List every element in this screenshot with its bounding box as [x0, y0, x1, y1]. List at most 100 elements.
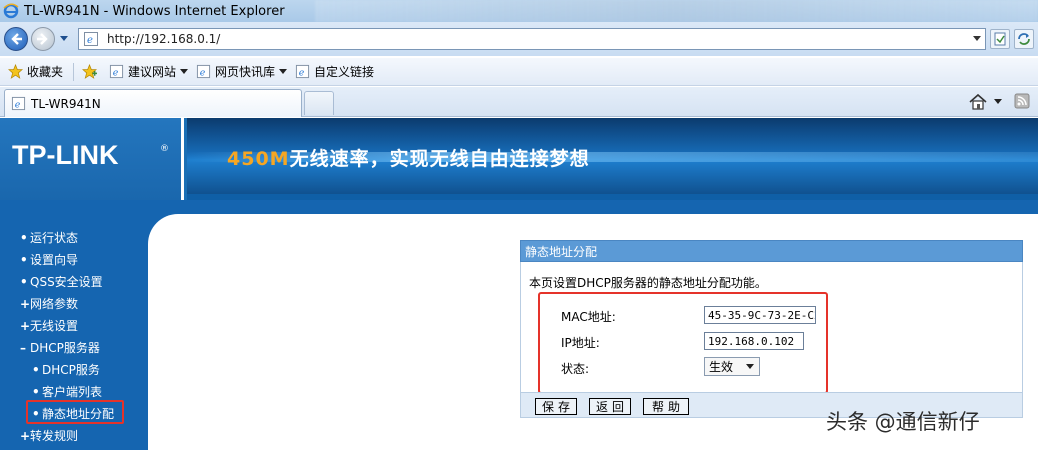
- rss-feed-icon[interactable]: [1014, 93, 1030, 109]
- nav-item-label: 客户端列表: [42, 385, 103, 399]
- home-icon[interactable]: [968, 93, 988, 111]
- favorites-separator: [73, 62, 75, 81]
- nav-item-run-status[interactable]: • 运行状态: [20, 229, 78, 246]
- refresh-button[interactable]: [1014, 29, 1034, 49]
- svg-text:e: e: [87, 35, 93, 46]
- address-row: e http://192.168.0.1/: [0, 22, 1038, 56]
- ie-page-icon: e: [295, 64, 310, 78]
- chevron-down-icon: [746, 364, 754, 369]
- ie-page-icon: e: [196, 64, 211, 78]
- svg-text:e: e: [15, 99, 21, 110]
- save-button[interactable]: 保存: [535, 398, 577, 415]
- chevron-down-icon: [180, 68, 189, 74]
- nav-bullet: •: [20, 274, 28, 289]
- ie-page-icon: e: [11, 96, 26, 110]
- nav-item-label: DHCP服务器: [30, 341, 100, 355]
- window-title-bar: TL-WR941N - Windows Internet Explorer: [0, 0, 1038, 22]
- nav-item-label: 无线设置: [30, 319, 79, 333]
- selected-nav-highlight: [26, 400, 124, 424]
- fav-item-label: 建议网站: [128, 65, 177, 79]
- status-selected-value: 生效: [709, 360, 734, 374]
- nav-item-setup-wizard[interactable]: • 设置向导: [20, 251, 78, 268]
- mac-address-label: MAC地址:: [561, 310, 616, 324]
- fav-item-web-slice-gallery[interactable]: e 网页快讯库: [196, 63, 288, 80]
- status-label: 状态:: [561, 362, 590, 376]
- svg-text:e: e: [299, 67, 305, 78]
- favorites-bar: 收藏夹 e 建议网站 e 网页快讯库 e 自定义链接: [0, 58, 1038, 86]
- forward-button[interactable]: [31, 27, 55, 51]
- ip-address-input[interactable]: 192.168.0.102: [704, 332, 804, 350]
- nav-bullet: •: [20, 252, 28, 267]
- forward-arrow-icon: [37, 33, 48, 45]
- nav-bullet: •: [32, 384, 40, 399]
- address-dropdown-icon[interactable]: [973, 36, 981, 42]
- nav-item-label: 运行状态: [30, 231, 79, 245]
- ie-logo-icon: [3, 3, 19, 19]
- url-text[interactable]: http://192.168.0.1/: [107, 32, 220, 46]
- nav-bullet: •: [20, 230, 28, 245]
- add-favorite-star-icon: [82, 64, 98, 79]
- nav-bullet: –: [20, 340, 26, 355]
- tab-tl-wr941n[interactable]: e TL-WR941N: [4, 89, 302, 117]
- panel-description: 本页设置DHCP服务器的静态地址分配功能。: [529, 276, 767, 290]
- nav-bullet: •: [32, 362, 40, 377]
- nav-item-client-list[interactable]: • 客户端列表: [32, 383, 102, 400]
- nav-item-label: 设置向导: [30, 253, 79, 267]
- nav-bullet: +: [20, 318, 31, 333]
- favorites-star-icon: [8, 64, 23, 79]
- watermark-text: 头条 @通信新仔: [826, 410, 980, 434]
- favorites-label: 收藏夹: [27, 65, 64, 79]
- nav-item-network-params[interactable]: + 网络参数: [20, 295, 78, 312]
- fav-item-customize-links[interactable]: e 自定义链接: [295, 63, 374, 80]
- nav-item-forwarding-rules[interactable]: + 转发规则: [20, 427, 78, 444]
- tab-row: e TL-WR941N: [0, 87, 1038, 117]
- chevron-down-icon: [279, 68, 288, 74]
- panel-title: 静态地址分配: [520, 240, 1023, 262]
- slogan-text: 无线速率，实现无线自由连接梦想: [289, 148, 590, 170]
- blurred-area: [314, 0, 1038, 22]
- fav-item-label: 自定义链接: [314, 65, 375, 79]
- address-bar[interactable]: e http://192.168.0.1/: [78, 28, 986, 50]
- tp-link-logo: TP-LINK: [12, 140, 119, 170]
- svg-text:e: e: [200, 67, 206, 78]
- ie-page-icon: e: [109, 64, 124, 78]
- nav-bullet: +: [20, 428, 31, 443]
- mac-address-input[interactable]: 45-35-9C-73-2E-C2: [704, 306, 816, 324]
- tab-label: TL-WR941N: [31, 96, 101, 111]
- slogan: 450M无线速率，实现无线自由连接梦想: [227, 144, 590, 171]
- status-select[interactable]: 生效: [704, 357, 760, 376]
- fav-item-label: 网页快讯库: [215, 65, 276, 79]
- window-title: TL-WR941N - Windows Internet Explorer: [24, 3, 285, 19]
- nav-item-label: DHCP服务: [42, 363, 100, 377]
- nav-item-label: 转发规则: [30, 429, 79, 443]
- ie-page-icon: e: [84, 32, 98, 46]
- nav-item-dhcp-service[interactable]: • DHCP服务: [32, 361, 100, 378]
- slogan-highlight: 450M: [227, 148, 290, 170]
- nav-item-dhcp-server[interactable]: – DHCP服务器: [20, 339, 100, 356]
- nav-item-qss-security[interactable]: • QSS安全设置: [20, 273, 103, 290]
- history-dropdown-icon[interactable]: [60, 36, 68, 42]
- static-address-panel: 静态地址分配 本页设置DHCP服务器的静态地址分配功能。 MAC地址: 45-3…: [520, 240, 1023, 420]
- nav-item-wireless-settings[interactable]: + 无线设置: [20, 317, 78, 334]
- favorites-button[interactable]: 收藏夹: [8, 63, 63, 80]
- compatibility-view-button[interactable]: [990, 29, 1010, 49]
- fav-item-suggested-sites[interactable]: e 建议网站: [109, 63, 189, 80]
- registered-mark: ®: [160, 144, 169, 154]
- help-button[interactable]: 帮助: [643, 398, 689, 415]
- back-button[interactable]: [4, 27, 28, 51]
- logo-area: TP-LINK ®: [0, 118, 184, 200]
- tp-link-banner: TP-LINK ® 450M无线速率，实现无线自由连接梦想: [0, 118, 1038, 200]
- refresh-icon: [1018, 33, 1030, 45]
- svg-text:e: e: [113, 67, 119, 78]
- compatibility-icon: [994, 32, 1006, 46]
- nav-bullet: +: [20, 296, 31, 311]
- new-tab-button[interactable]: [304, 91, 334, 115]
- nav-item-label: 网络参数: [30, 297, 79, 311]
- add-to-favorites-bar-button[interactable]: [82, 64, 101, 79]
- ip-address-label: IP地址:: [561, 336, 600, 350]
- nav-item-label: QSS安全设置: [30, 275, 103, 289]
- slogan-area: 450M无线速率，实现无线自由连接梦想: [187, 118, 1038, 194]
- home-dropdown-icon[interactable]: [994, 99, 1002, 105]
- back-button-form[interactable]: 返回: [589, 398, 631, 415]
- back-arrow-icon: [11, 33, 22, 45]
